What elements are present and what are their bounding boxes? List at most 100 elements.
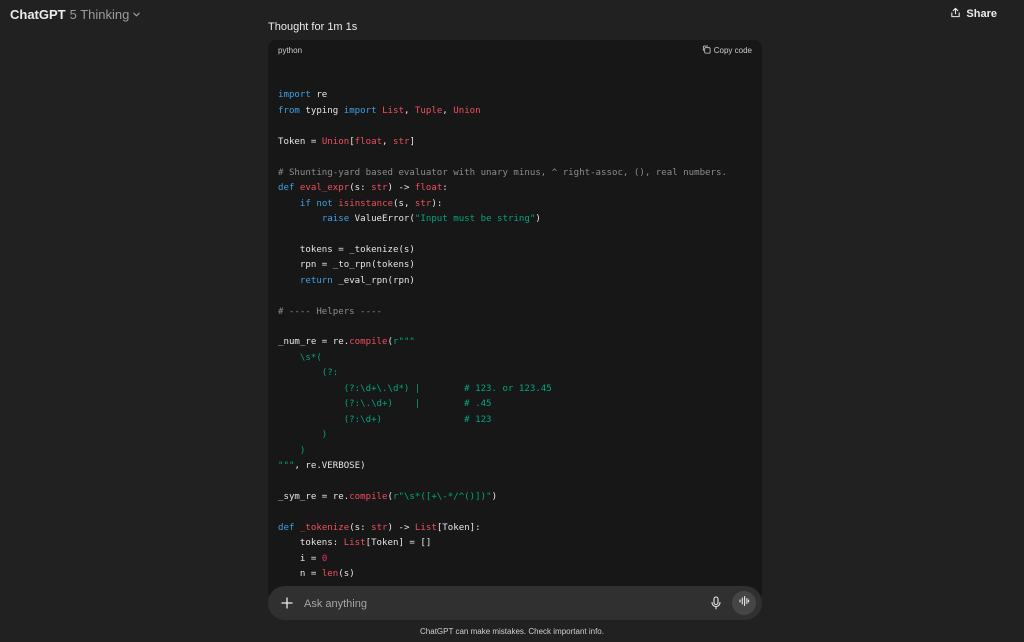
copy-icon — [702, 45, 711, 56]
code-token: ) -> — [387, 183, 415, 194]
code-line: (?:\d+) # 123 — [278, 413, 727, 428]
share-label: Share — [966, 8, 997, 20]
code-token: (s, — [393, 198, 415, 209]
code-token: , — [403, 105, 415, 116]
code-token: tokens: — [278, 538, 344, 549]
code-line: Token = Union[float, str] — [278, 135, 727, 150]
code-token: : — [442, 183, 448, 194]
code-token: float — [354, 136, 383, 147]
code-token: float — [414, 183, 443, 194]
code-line: rpn = _to_rpn(tokens) — [278, 258, 727, 273]
code-token: , — [382, 136, 393, 147]
code-token: List — [414, 522, 437, 533]
code-token: List — [343, 538, 366, 549]
code-line: n = len(s) — [278, 567, 727, 582]
code-token: isinstance — [338, 198, 394, 209]
code-token: (?: — [278, 368, 339, 379]
copy-code-label: Copy code — [713, 46, 752, 55]
code-token: (?:\d+) # 123 — [278, 414, 492, 425]
code-token: (?:\d+\.\d*) | # 123. or 123.45 — [278, 383, 552, 394]
code-line: tokens = _tokenize(s) — [278, 243, 727, 258]
code-block: python Copy code import re from typing im… — [268, 40, 762, 600]
share-icon — [950, 7, 961, 21]
code-token: i = — [278, 553, 322, 564]
model-selector[interactable]: ChatGPT 5 Thinking — [10, 7, 141, 22]
code-token: rpn = _to_rpn(tokens) — [278, 260, 415, 271]
code-token: (?:\.\d+) | # .45 — [278, 399, 492, 410]
code-token: [Token]: — [436, 522, 481, 533]
share-button[interactable]: Share — [950, 7, 997, 21]
code-line: raise ValueError("Input must be string") — [278, 212, 727, 227]
code-line: i = 0 — [278, 552, 727, 567]
microphone-icon[interactable] — [710, 596, 722, 615]
code-token: _eval_rpn(rpn) — [332, 275, 415, 286]
code-token: not — [316, 198, 333, 209]
code-line: _sym_re = re.compile(r"\s*([+\-*/^()])") — [278, 490, 727, 505]
code-token: str — [371, 522, 388, 533]
code-line: _num_re = re.compile(r""" — [278, 335, 727, 350]
thought-duration[interactable]: Thought for 1m 1s — [268, 21, 357, 33]
code-line: # Shunting-yard based evaluator with una… — [278, 166, 727, 181]
code-token: ) — [535, 213, 541, 224]
code-token: 0 — [321, 553, 328, 564]
code-token: ValueError( — [349, 213, 415, 224]
code-token: compile — [349, 337, 388, 348]
code-token: import — [278, 90, 311, 101]
code-token: ) — [278, 430, 328, 441]
chevron-down-icon — [132, 10, 141, 19]
top-bar: ChatGPT 5 Thinking Share — [0, 0, 1024, 28]
code-line: (?:\.\d+) | # .45 — [278, 397, 727, 412]
code-token: , — [442, 105, 454, 116]
code-line: def _tokenize(s: str) -> List[Token]: — [278, 521, 727, 536]
code-token: _num_re = re. — [278, 337, 350, 348]
code-language: python — [278, 46, 303, 55]
code-line: \s*( — [278, 351, 727, 366]
code-token: # Shunting-yard based evaluator with una… — [278, 167, 727, 178]
code-token: from — [278, 105, 300, 116]
code-token: r"\s*([+\-*/^()])" — [393, 491, 492, 502]
code-content: import re from typing import List, Tuple,… — [278, 73, 727, 582]
code-line: import re — [278, 88, 727, 103]
code-token: Union — [453, 105, 481, 116]
composer — [268, 586, 762, 620]
code-line: (?: — [278, 366, 727, 381]
code-token: _sym_re = re. — [278, 491, 350, 502]
code-line: """, re.VERBOSE) — [278, 459, 727, 474]
code-token: typing — [299, 105, 344, 116]
code-token: ) -> — [387, 522, 415, 533]
copy-code-button[interactable]: Copy code — [702, 45, 752, 56]
code-token: def — [278, 183, 295, 194]
voice-mode-button[interactable] — [732, 591, 756, 615]
plus-icon[interactable] — [280, 596, 294, 615]
code-token: , re.VERBOSE) — [294, 460, 366, 471]
code-token: n = — [278, 569, 322, 579]
code-token: """ — [278, 460, 295, 471]
code-token: if — [299, 198, 311, 209]
code-token: (s: — [349, 522, 372, 533]
code-token: ): — [431, 198, 443, 209]
code-line: from typing import List, Tuple, Union — [278, 104, 727, 119]
code-token: ) — [278, 445, 306, 456]
code-token: ] — [409, 136, 415, 147]
code-token: _tokenize — [299, 522, 350, 533]
code-token: str — [371, 183, 388, 194]
code-block-header: python Copy code — [268, 40, 762, 62]
code-token: len — [321, 569, 339, 579]
voice-waveform-icon — [738, 594, 750, 612]
code-token: str — [414, 198, 432, 209]
code-line: # ---- Helpers ---- — [278, 305, 727, 320]
code-token: Tuple — [414, 105, 443, 116]
code-token: eval_expr — [299, 183, 350, 194]
prompt-input[interactable] — [302, 593, 696, 615]
code-token: re — [310, 90, 328, 101]
